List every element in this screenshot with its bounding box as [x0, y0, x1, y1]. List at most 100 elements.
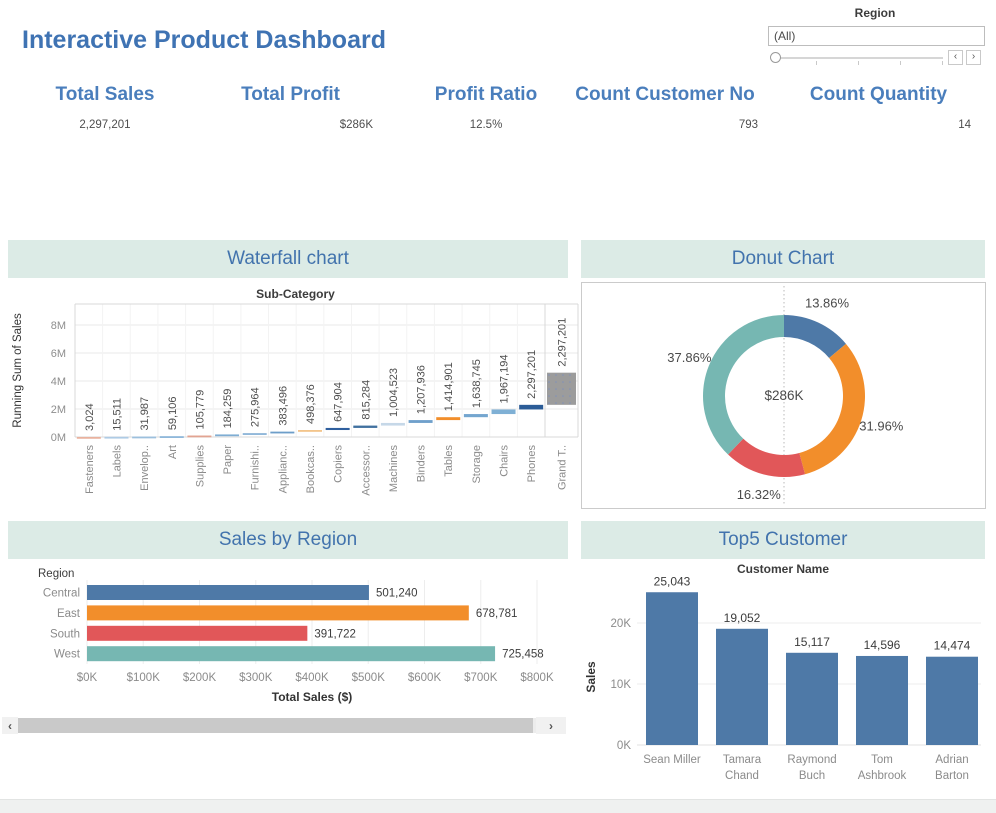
customer-label: Chand: [725, 770, 759, 782]
waterfall-bar[interactable]: [104, 437, 128, 439]
bar-value-label: 3,024: [84, 403, 96, 431]
category-label: Envelop..: [139, 445, 151, 491]
kpi-label: Count Quantity: [786, 84, 971, 106]
region-filter-label: Region: [765, 6, 985, 20]
tick-label: 2M: [51, 404, 66, 416]
kpi-label: Profit Ratio: [430, 84, 542, 106]
tick-label: $200K: [183, 672, 217, 684]
donut-chart[interactable]: 13.86%31.96%16.32%37.86%$286K: [582, 283, 985, 508]
waterfall-bar[interactable]: [464, 414, 488, 417]
waterfall-bar[interactable]: [381, 423, 405, 426]
bar-value-label: 184,259: [222, 389, 234, 429]
scrollbar-thumb[interactable]: [18, 718, 533, 733]
tick-label: $600K: [408, 672, 442, 684]
tick-label: 6M: [51, 348, 66, 360]
slice-percent-label: 13.86%: [805, 296, 850, 311]
waterfall-bar[interactable]: [215, 434, 239, 436]
donut-panel-title: Donut Chart: [581, 240, 985, 278]
bar-value-label: 105,779: [194, 390, 206, 430]
y-axis-title: Running Sum of Sales: [12, 313, 24, 428]
category-label: Machines: [388, 445, 400, 493]
waterfall-bar[interactable]: [492, 409, 516, 414]
bar-value-label: 14,474: [934, 639, 971, 653]
horizontal-scrollbar[interactable]: ‹ ›: [2, 717, 566, 734]
waterfall-grand-total-bar[interactable]: [547, 373, 576, 405]
filter-prev-icon[interactable]: ‹: [948, 50, 963, 65]
region-filter-value[interactable]: (All): [768, 26, 985, 46]
region-bar[interactable]: [87, 605, 469, 620]
footer-strip: [0, 799, 996, 813]
scrollbar-right-icon[interactable]: ›: [536, 717, 566, 734]
donut-slice[interactable]: [784, 315, 846, 358]
customer-bar[interactable]: [786, 653, 838, 745]
waterfall-bar[interactable]: [298, 430, 322, 432]
customer-bar[interactable]: [716, 629, 768, 745]
tick-label: 10K: [611, 679, 632, 691]
category-label: Labels: [111, 445, 123, 478]
customer-label: Ashbrook: [858, 770, 907, 782]
bar-value-label: 501,240: [376, 588, 418, 600]
waterfall-bar[interactable]: [326, 428, 350, 430]
bar-value-label: 678,781: [476, 608, 518, 620]
waterfall-bar[interactable]: [353, 426, 377, 428]
donut-chart-frame: 13.86%31.96%16.32%37.86%$286K: [581, 282, 986, 509]
bar-value-label: 2,297,201: [526, 350, 538, 399]
kpi-value: 12.5%: [430, 119, 542, 131]
category-label: Tables: [443, 445, 455, 477]
kpi-label: Total Profit: [208, 84, 373, 106]
waterfall-bar[interactable]: [132, 437, 156, 439]
customer-bar[interactable]: [646, 592, 698, 745]
top5-customer-chart[interactable]: 0K10K20KSales25,043Sean Miller19,052Tama…: [581, 577, 985, 799]
scrollbar-track[interactable]: [18, 718, 536, 733]
bar-value-label: 1,004,523: [388, 368, 400, 417]
category-label: Copiers: [333, 445, 345, 483]
kpi-count-customer: Count Customer No 793: [572, 84, 758, 131]
donut-slice[interactable]: [728, 439, 805, 477]
bar-value-label: 498,376: [305, 384, 317, 424]
waterfall-chart[interactable]: 0M2M4M6M8MRunning Sum of Sales3,024Faste…: [8, 282, 583, 512]
kpi-profit-ratio: Profit Ratio 12.5%: [430, 84, 542, 131]
bar-value-label: 647,904: [333, 382, 345, 422]
bar-value-label: 1,638,745: [471, 359, 483, 408]
category-label: Storage: [471, 445, 483, 484]
customer-bar[interactable]: [926, 657, 978, 745]
bar-value-label: 14,596: [864, 638, 901, 652]
region-bar[interactable]: [87, 585, 369, 600]
waterfall-bar[interactable]: [243, 433, 267, 435]
waterfall-bar[interactable]: [409, 420, 433, 423]
tick-label: 0K: [617, 740, 631, 752]
waterfall-bar[interactable]: [160, 436, 184, 438]
bar-value-label: 31,987: [139, 397, 151, 431]
donut-slice[interactable]: [703, 315, 784, 455]
waterfall-bar[interactable]: [187, 436, 211, 438]
page-title: Interactive Product Dashboard: [22, 26, 386, 55]
region-bar[interactable]: [87, 646, 495, 661]
customer-bar[interactable]: [856, 656, 908, 745]
waterfall-bar[interactable]: [77, 437, 101, 439]
customer-label: Raymond: [787, 754, 836, 766]
filter-next-icon[interactable]: ›: [966, 50, 981, 65]
bar-value-label: 815,284: [360, 380, 372, 420]
region-filter-slider-track[interactable]: [775, 57, 943, 59]
waterfall-bar[interactable]: [270, 432, 294, 434]
bar-value-label: 19,052: [724, 611, 761, 625]
customer-label: Barton: [935, 770, 969, 782]
sales-by-region-chart[interactable]: RegionCentral501,240East678,781South391,…: [8, 560, 575, 712]
kpi-label: Total Sales: [30, 84, 180, 106]
region-filter-slider-handle[interactable]: [770, 52, 781, 63]
donut-slice[interactable]: [799, 344, 865, 474]
waterfall-bar[interactable]: [436, 417, 460, 420]
bar-value-label: 1,414,901: [443, 362, 455, 411]
donut-center-label: $286K: [764, 388, 803, 403]
tick-label: 4M: [51, 376, 66, 388]
waterfall-panel-title: Waterfall chart: [8, 240, 568, 278]
kpi-value: 2,297,201: [30, 119, 180, 131]
region-bar[interactable]: [87, 626, 307, 641]
slider-tick: [942, 61, 943, 65]
slice-percent-label: 16.32%: [737, 487, 782, 502]
waterfall-bar[interactable]: [519, 405, 543, 410]
region-label: Central: [43, 588, 80, 600]
slice-percent-label: 37.86%: [667, 350, 712, 365]
category-label: Paper: [222, 445, 234, 475]
scrollbar-left-icon[interactable]: ‹: [2, 717, 18, 734]
